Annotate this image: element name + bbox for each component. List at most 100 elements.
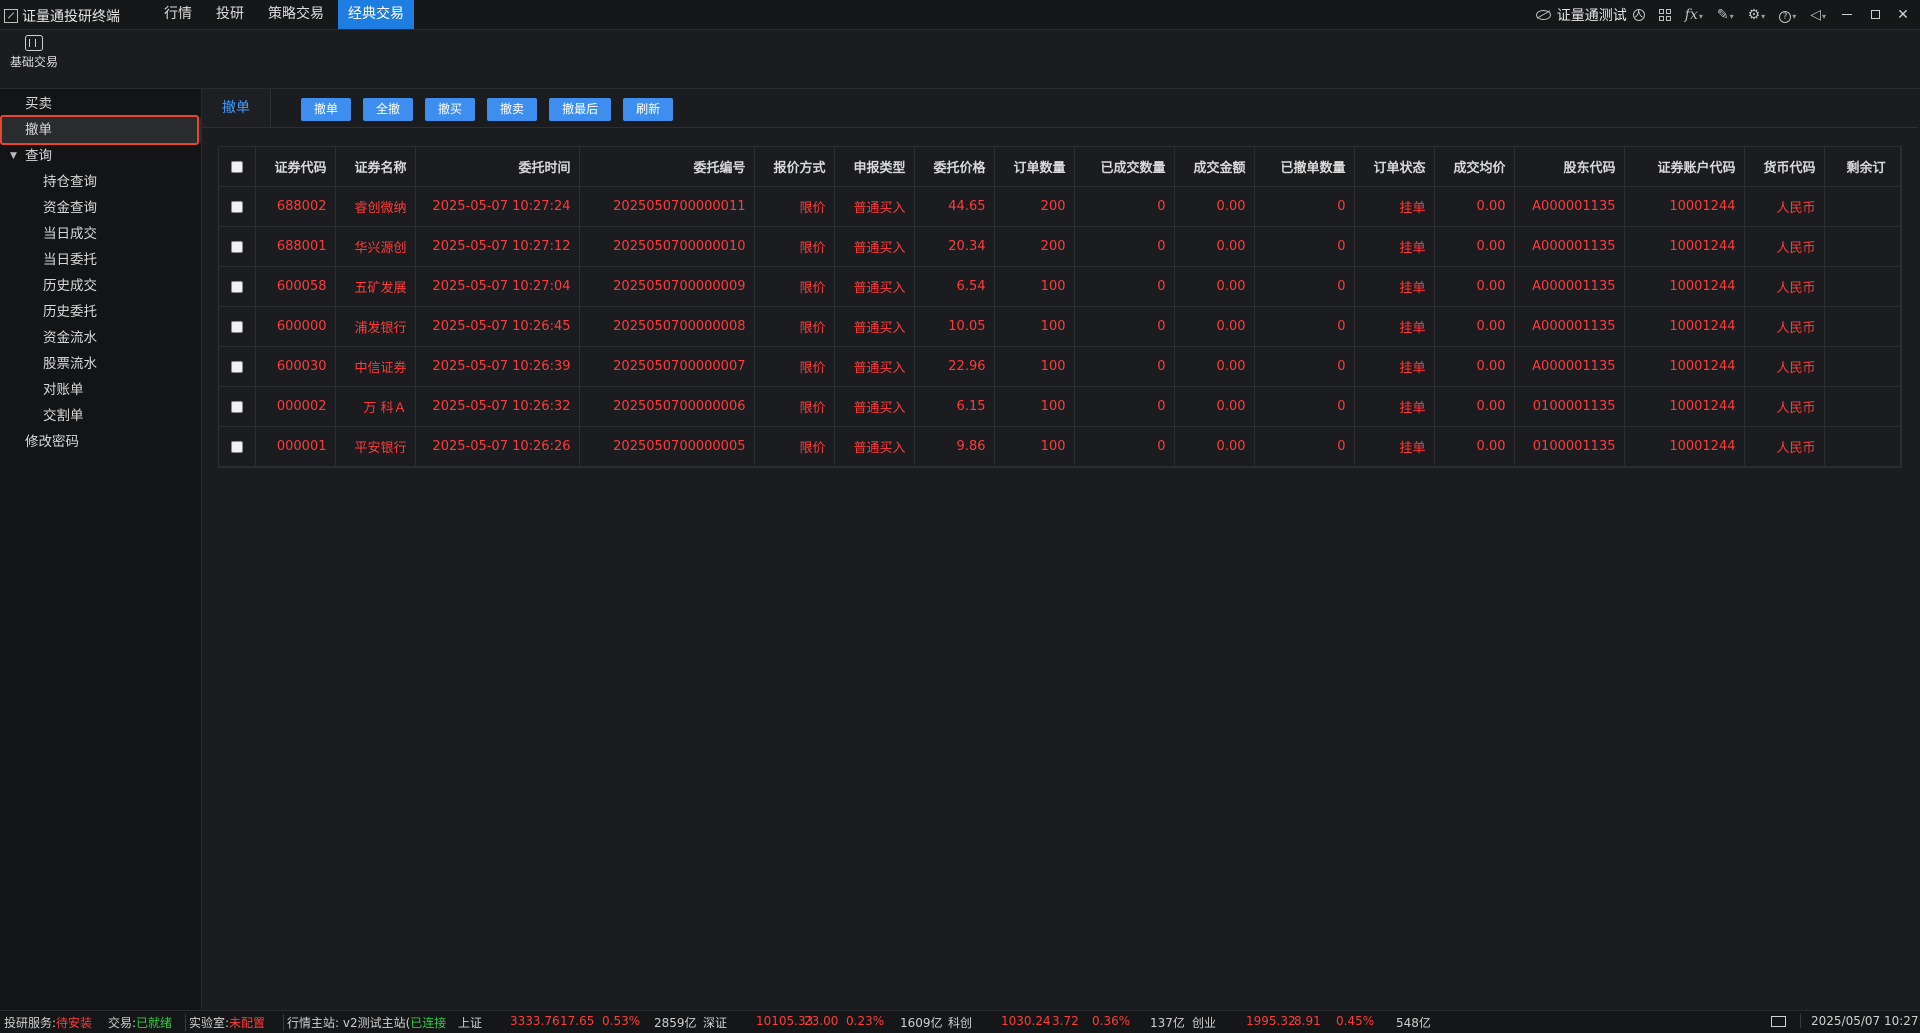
column-header[interactable]: 成交均价: [1434, 147, 1515, 187]
row-checkbox[interactable]: [219, 426, 256, 467]
back-icon[interactable]: ◁▾: [1810, 7, 1826, 23]
cancel-sell-button[interactable]: 撤卖: [487, 98, 538, 121]
quote-server-status[interactable]: 行情主站: v2测试主站(已连接: [283, 1014, 446, 1031]
settings-icon[interactable]: ⚙▾: [1748, 7, 1766, 23]
sidebar-item-buy-sell[interactable]: 买卖: [0, 91, 201, 117]
select-all-checkbox[interactable]: [219, 147, 256, 187]
table-cell: 200: [994, 226, 1075, 267]
table-cell: 限价: [754, 386, 835, 427]
table-cell: 2025050700000011: [579, 186, 755, 227]
table-cell: 限价: [754, 266, 835, 307]
sidebar-item-history-orders[interactable]: 历史委托: [0, 299, 201, 325]
column-header[interactable]: 成交金额: [1174, 147, 1255, 187]
column-header[interactable]: 申报类型: [834, 147, 915, 187]
table-row[interactable]: 600000 浦发银行 2025-05-07 10:26:45 20250507000…: [219, 306, 1901, 347]
column-header[interactable]: 报价方式: [754, 147, 835, 187]
table-row[interactable]: 000001 平安银行 2025-05-07 10:26:26 20250507000…: [219, 426, 1901, 467]
column-header[interactable]: 已成交数量: [1074, 147, 1175, 187]
table-cell: 2025050700000005: [579, 426, 755, 467]
column-header[interactable]: 已撤单数量: [1254, 147, 1355, 187]
menu-item-classic-trading[interactable]: 经典交易: [338, 0, 414, 29]
table-row[interactable]: 688001 华兴源创 2025-05-07 10:27:12 20250507000…: [219, 226, 1901, 267]
table-cell: 人民币: [1744, 346, 1825, 387]
table-cell: 浦发银行: [335, 306, 416, 347]
table-cell: 0: [1074, 426, 1175, 467]
menu-item-research[interactable]: 投研: [206, 0, 254, 29]
sidebar-item-change-password[interactable]: 修改密码: [0, 429, 201, 455]
sidebar-item-position-query[interactable]: 持仓查询: [0, 169, 201, 195]
cancel-all-button[interactable]: 全撤: [363, 98, 414, 121]
sidebar-item-label: 查询: [25, 148, 52, 164]
status-datetime: 2025/05/07 10:27:32: [1800, 1014, 1920, 1028]
close-icon[interactable]: ✕: [1896, 7, 1910, 23]
table-cell: [1824, 226, 1901, 267]
sidebar-item-fund-flow[interactable]: 资金流水: [0, 325, 201, 351]
user-account[interactable]: 证量通测试 人: [1535, 5, 1645, 25]
table-row[interactable]: 600058 五矿发展 2025-05-07 10:27:04 20250507000…: [219, 266, 1901, 307]
sidebar-item-history-deals[interactable]: 历史成交: [0, 273, 201, 299]
column-header[interactable]: 委托时间: [415, 147, 580, 187]
table-cell: 0: [1254, 346, 1355, 387]
table-cell: 0.00: [1174, 426, 1255, 467]
sidebar-item-stock-flow[interactable]: 股票流水: [0, 351, 201, 377]
formula-icon[interactable]: fx▾: [1685, 7, 1703, 23]
table-cell: 6.54: [914, 266, 995, 307]
sidebar-group-query[interactable]: ▼ 查询: [0, 143, 201, 169]
status-label: 交易:: [108, 1016, 137, 1030]
menu-item-strategy-trading[interactable]: 策略交易: [258, 0, 334, 29]
sidebar-item-today-deals[interactable]: 当日成交: [0, 221, 201, 247]
user-name: 证量通测试: [1556, 7, 1627, 24]
tools-icon[interactable]: ✎▾: [1717, 7, 1734, 23]
column-header[interactable]: 委托编号: [579, 147, 755, 187]
table-cell: 0.00: [1434, 426, 1515, 467]
row-checkbox[interactable]: [219, 306, 256, 347]
table-cell: 0.00: [1434, 186, 1515, 227]
column-header[interactable]: 委托价格: [914, 147, 995, 187]
column-header[interactable]: 证券名称: [335, 147, 416, 187]
sidebar-item-cancel-order[interactable]: 撤单: [0, 115, 201, 145]
row-checkbox[interactable]: [219, 346, 256, 387]
table-row[interactable]: 600030 中信证券 2025-05-07 10:26:39 20250507000…: [219, 346, 1901, 387]
table-cell: 限价: [754, 426, 835, 467]
table-cell: 0: [1254, 386, 1355, 427]
table-cell: 000001: [255, 426, 336, 467]
menu-item-quotes[interactable]: 行情: [154, 0, 202, 29]
row-checkbox[interactable]: [219, 226, 256, 267]
cancel-button[interactable]: 撤单: [301, 98, 352, 121]
table-cell: [1824, 186, 1901, 227]
layout-icon[interactable]: [1658, 8, 1671, 21]
message-mail-icon[interactable]: [1771, 1016, 1786, 1027]
sidebar-item-today-orders[interactable]: 当日委托: [0, 247, 201, 273]
column-header[interactable]: 证券代码: [255, 147, 336, 187]
refresh-button[interactable]: 刷新: [623, 98, 674, 121]
table-cell: 0.00: [1434, 346, 1515, 387]
sidebar-item-fund-query[interactable]: 资金查询: [0, 195, 201, 221]
column-header[interactable]: 货币代码: [1744, 147, 1825, 187]
main-menu: 行情 投研 策略交易 经典交易: [154, 0, 418, 29]
row-checkbox[interactable]: [219, 266, 256, 307]
index-kc-volume: 137亿: [1150, 1016, 1185, 1030]
row-checkbox[interactable]: [219, 386, 256, 427]
table-row[interactable]: 000002 万 科Ａ 2025-05-07 10:26:32 20250507000…: [219, 386, 1901, 427]
basic-trade-button[interactable]: 基础交易: [6, 33, 62, 70]
cancel-buy-button[interactable]: 撤买: [425, 98, 476, 121]
help-icon[interactable]: ? ▾: [1779, 7, 1796, 23]
column-header[interactable]: 股东代码: [1514, 147, 1625, 187]
table-cell: 平安银行: [335, 426, 416, 467]
main-panel: 撤单 撤单 全撤 撤买 撤卖 撤最后 刷新 证券代码 证券名称 委托时间 委托编…: [202, 89, 1918, 1007]
minimize-icon[interactable]: [1840, 7, 1854, 23]
column-header[interactable]: 订单数量: [994, 147, 1075, 187]
column-header[interactable]: 订单状态: [1354, 147, 1435, 187]
orders-table-container[interactable]: 证券代码 证券名称 委托时间 委托编号 报价方式 申报类型 委托价格 订单数量 …: [218, 146, 1902, 468]
table-row[interactable]: 688002 睿创微纳 2025-05-07 10:27:24 20250507000…: [219, 186, 1901, 227]
sidebar-item-delivery-slip[interactable]: 交割单: [0, 403, 201, 429]
cancel-last-button[interactable]: 撤最后: [549, 98, 612, 121]
restore-icon[interactable]: [1868, 7, 1882, 23]
tab-cancel-order[interactable]: 撤单: [202, 89, 271, 127]
column-header[interactable]: 证券账户代码: [1624, 147, 1745, 187]
row-checkbox[interactable]: [219, 186, 256, 227]
sidebar-item-statement[interactable]: 对账单: [0, 377, 201, 403]
table-cell: 挂单: [1354, 346, 1435, 387]
column-header[interactable]: 剩余订: [1824, 147, 1901, 187]
orders-table: 证券代码 证券名称 委托时间 委托编号 报价方式 申报类型 委托价格 订单数量 …: [219, 147, 1901, 467]
